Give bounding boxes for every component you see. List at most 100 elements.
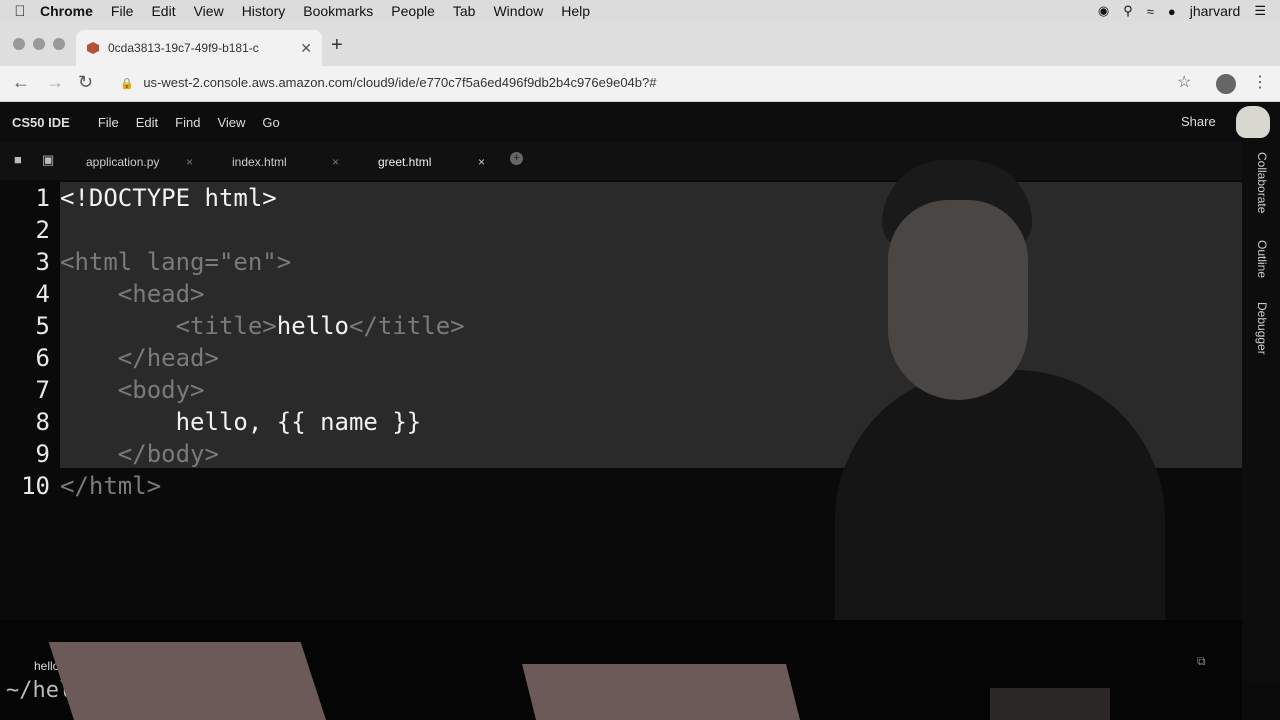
ide-menu-view[interactable]: View [217, 115, 245, 130]
new-file-icon[interactable]: ▣ [42, 152, 54, 168]
line-number[interactable]: 7 [0, 374, 50, 406]
macos-menu-bar:  Chrome File Edit View History Bookmark… [0, 0, 1280, 22]
menu-view[interactable]: View [194, 3, 224, 19]
menu-edit[interactable]: Edit [151, 3, 175, 19]
line-number[interactable]: 3 [0, 246, 50, 278]
window-close-icon[interactable] [13, 38, 25, 50]
presenter-body [835, 370, 1165, 630]
menu-chrome[interactable]: Chrome [40, 3, 93, 19]
line-number[interactable]: 6 [0, 342, 50, 374]
line-number[interactable]: 9 [0, 438, 50, 470]
side-panel [1242, 142, 1280, 682]
code-text: hello, {{ name }} [60, 408, 422, 436]
line-number[interactable]: 10 [0, 470, 50, 502]
menu-file[interactable]: File [111, 3, 134, 19]
profile-avatar-icon[interactable] [1216, 74, 1236, 94]
line-number[interactable]: 2 [0, 214, 50, 246]
file-tab-bar: ■ ▣ application.py × index.html × greet.… [0, 142, 1242, 180]
code-tag: <body> [117, 376, 205, 404]
code-line[interactable]: hello, {{ name }} [60, 406, 422, 438]
menu-tab[interactable]: Tab [453, 3, 476, 19]
line-number[interactable]: 5 [0, 310, 50, 342]
user-account-icon[interactable]: ● [1168, 4, 1176, 19]
tab-close-icon[interactable]: ✕ [300, 40, 312, 57]
ide-menu-bar: CS50 IDE File Edit Find View Go Share [0, 102, 1280, 142]
presenter-head [888, 200, 1028, 400]
ide-menu-edit[interactable]: Edit [136, 115, 158, 130]
tab-index-html[interactable]: index.html [232, 155, 287, 169]
tab-greet-html[interactable]: greet.html [378, 155, 431, 169]
browser-tab-title: 0cda3813-19c7-49f9-b181-c [108, 41, 259, 55]
more-menu-icon[interactable]: ⋮ [1252, 72, 1268, 92]
menu-bookmarks[interactable]: Bookmarks [303, 3, 373, 19]
tab-application-py[interactable]: application.py [86, 155, 159, 169]
code-line[interactable]: </body> [60, 438, 219, 470]
code-tag: </body> [117, 440, 219, 468]
code-tag: <title> [175, 312, 277, 340]
folder-icon[interactable]: ■ [14, 152, 22, 167]
code-line[interactable]: <title>hello</title> [60, 310, 465, 342]
browser-toolbar: ← → ↻ 🔒 us-west-2.console.aws.amazon.com… [0, 66, 1280, 102]
apple-menu-icon[interactable]:  [0, 3, 40, 20]
panel-outline[interactable]: Outline [1255, 240, 1269, 278]
back-arrow-icon[interactable]: ← [12, 72, 30, 93]
url-text: us-west-2.console.aws.amazon.com/cloud9/… [143, 75, 657, 90]
laptop-silhouette [522, 664, 800, 720]
ide-brand: CS50 IDE [12, 114, 70, 130]
menu-help[interactable]: Help [561, 3, 590, 19]
user-name[interactable]: jharvard [1190, 3, 1241, 19]
screen-mirror-icon[interactable]: ◉ [1098, 3, 1109, 19]
code-line[interactable]: </head> [60, 342, 219, 374]
new-tab-icon[interactable]: + [331, 34, 343, 57]
line-number[interactable]: 8 [0, 406, 50, 438]
reload-icon[interactable]: ↻ [78, 72, 93, 93]
code-tag: </title> [349, 312, 465, 340]
code-line[interactable]: </html> [60, 470, 161, 502]
browser-tab[interactable]: 0cda3813-19c7-49f9-b181-c ✕ [76, 30, 322, 66]
list-menu-icon[interactable]: ☰ [1254, 3, 1266, 19]
code-line[interactable]: <head> [60, 278, 205, 310]
code-line[interactable]: <html lang="en"> [60, 246, 291, 278]
panel-debugger[interactable]: Debugger [1255, 302, 1269, 355]
code-tag: <html lang="en"> [60, 248, 292, 276]
code-tag: </head> [117, 344, 219, 372]
code-line[interactable]: <!DOCTYPE html> [60, 182, 277, 214]
code-text: <!DOCTYPE html> [60, 184, 277, 212]
line-number[interactable]: 4 [0, 278, 50, 310]
tab-close-icon[interactable]: × [186, 155, 193, 169]
menubar-status-area: ◉ ⚲ ≈ ● jharvard ☰ [1098, 3, 1280, 19]
line-number[interactable]: 1 [0, 182, 50, 214]
menu-window[interactable]: Window [493, 3, 543, 19]
lock-icon: 🔒 [120, 78, 134, 90]
ide-menu-go[interactable]: Go [262, 115, 279, 130]
window-zoom-icon[interactable] [53, 38, 65, 50]
maximize-icon[interactable]: ⧉ [1197, 654, 1206, 669]
window-minimize-icon[interactable] [33, 38, 45, 50]
tab-close-icon[interactable]: × [478, 155, 485, 169]
panel-collaborate[interactable]: Collaborate [1255, 152, 1269, 213]
menu-history[interactable]: History [242, 3, 286, 19]
laptop-silhouette [990, 688, 1110, 720]
bookmark-star-icon[interactable]: ☆ [1177, 72, 1191, 92]
browser-tab-strip: 0cda3813-19c7-49f9-b181-c ✕ + [0, 22, 1280, 66]
code-tag: </html> [60, 472, 162, 500]
menu-people[interactable]: People [391, 3, 435, 19]
ide-menu-file[interactable]: File [98, 115, 119, 130]
add-tab-icon[interactable]: + [510, 152, 523, 165]
share-button[interactable]: Share [1181, 114, 1216, 129]
spotlight-search-icon[interactable]: ⚲ [1123, 3, 1133, 19]
ide-menu-find[interactable]: Find [175, 115, 200, 130]
address-bar[interactable]: 🔒 us-west-2.console.aws.amazon.com/cloud… [120, 75, 656, 90]
code-line[interactable]: <body> [60, 374, 205, 406]
forward-arrow-icon[interactable]: → [46, 72, 64, 93]
tab-close-icon[interactable]: × [332, 155, 339, 169]
duck-avatar-icon[interactable] [1236, 106, 1270, 138]
code-tag: <head> [117, 280, 205, 308]
laptop-silhouette [48, 642, 327, 720]
cloud9-favicon-icon [87, 42, 99, 54]
wifi-icon[interactable]: ≈ [1147, 4, 1154, 19]
